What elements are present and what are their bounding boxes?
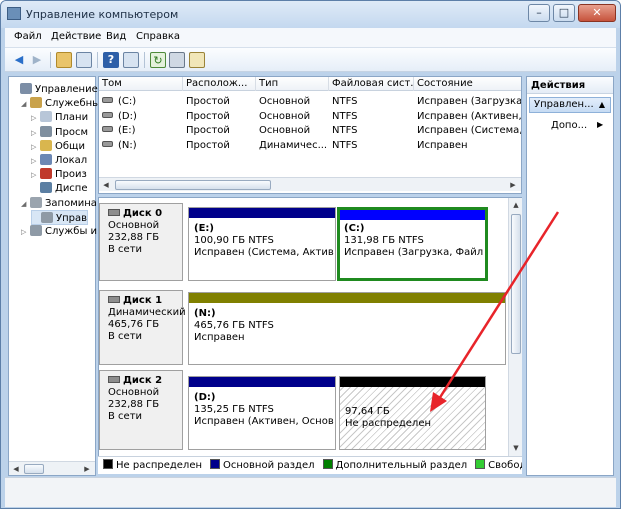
arrow-head: [430, 392, 447, 412]
annotation-arrow: [430, 211, 560, 412]
computer-management-window: Управление компьютером – □ ✕ Файл Действ…: [0, 0, 621, 509]
arrow-shaft: [437, 211, 560, 400]
